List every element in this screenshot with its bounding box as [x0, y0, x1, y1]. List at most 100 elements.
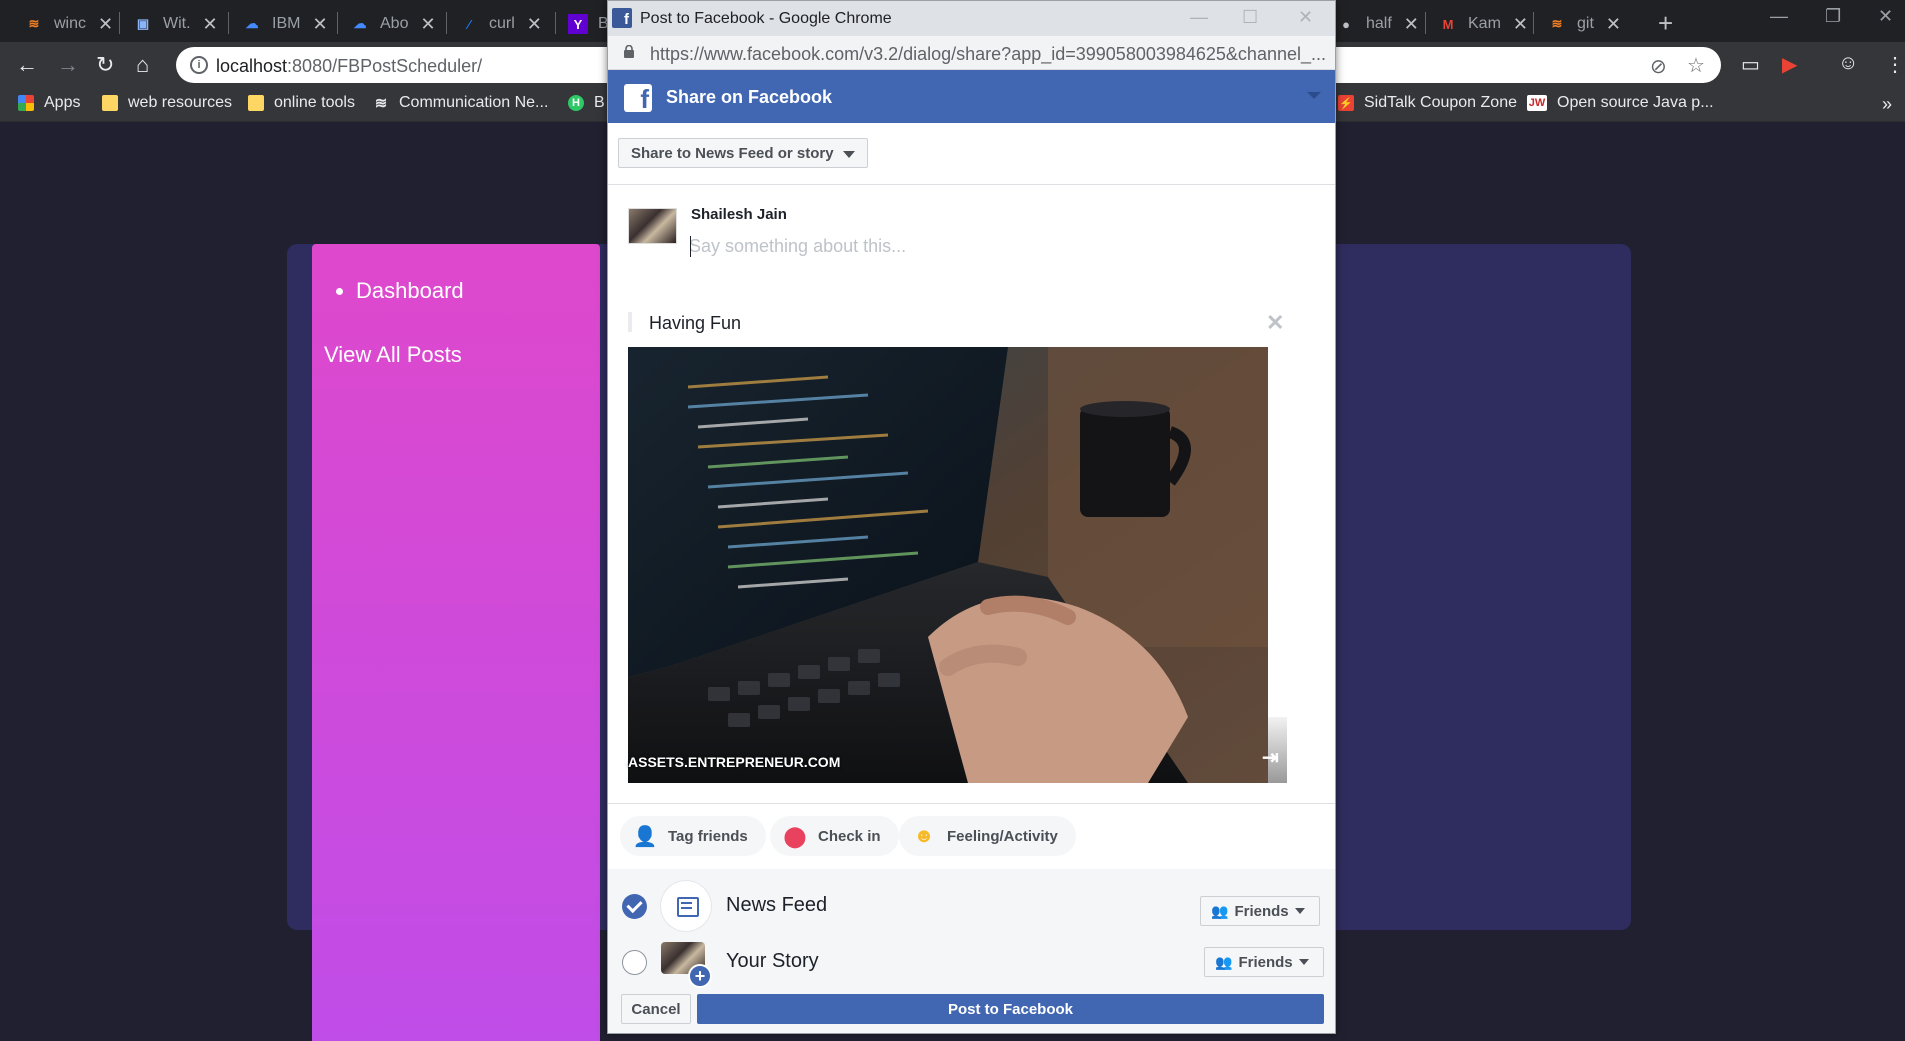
tab-label: IBM: [272, 15, 301, 32]
post-to-facebook-button[interactable]: Post to Facebook: [697, 994, 1324, 1024]
profile-avatar-icon[interactable]: ☺: [1838, 52, 1858, 75]
divider: [608, 184, 1335, 185]
browser-tab[interactable]: ▣ Wit. ✕: [133, 6, 218, 42]
sidebar-item-view-all-posts[interactable]: View All Posts: [324, 342, 462, 368]
tab-label: half: [1366, 15, 1392, 32]
privacy-label: Friends: [1234, 902, 1289, 920]
reload-icon[interactable]: ↻: [96, 52, 114, 78]
gmail-icon: M: [1442, 16, 1454, 32]
story-privacy-select[interactable]: 👥 Friends: [1204, 947, 1324, 977]
hackerrank-icon: H: [568, 95, 584, 111]
browser-tab[interactable]: ≋ git ✕: [1547, 6, 1621, 42]
bookmark-apps[interactable]: Apps: [18, 94, 80, 112]
share-destination-select[interactable]: Share to News Feed or story: [618, 138, 868, 168]
user-name: Shailesh Jain: [691, 206, 787, 223]
maximize-icon[interactable]: ☐: [1242, 7, 1258, 28]
bookmark-link[interactable]: JW Open source Java p...: [1527, 94, 1714, 112]
dropdown-arrow-icon: [1298, 959, 1309, 965]
news-feed-label: News Feed: [726, 894, 828, 916]
tab-separator: [119, 12, 120, 34]
link-preview-image[interactable]: [628, 347, 1268, 783]
chevron-down-icon[interactable]: [1307, 92, 1321, 99]
check-in-button[interactable]: ⬤ Check in: [770, 816, 899, 856]
apps-grid-icon: [18, 95, 34, 111]
bookmark-label: Communication Ne...: [399, 94, 549, 111]
translate-blocked-icon[interactable]: ⊘: [1650, 54, 1667, 79]
sidebar-list: Dashboard: [356, 278, 464, 304]
tab-label: curl: [489, 15, 515, 32]
back-icon[interactable]: ←: [16, 52, 38, 78]
tab-separator: [1533, 12, 1534, 34]
facebook-icon: f: [612, 8, 632, 28]
forward-icon[interactable]: →: [57, 52, 79, 78]
tag-friends-icon: 👤: [632, 825, 658, 848]
cast-icon[interactable]: ▭: [1741, 52, 1760, 77]
close-icon[interactable]: ✕: [1404, 14, 1419, 35]
location-pin-icon: ⬤: [783, 825, 807, 848]
close-window-icon[interactable]: ✕: [1298, 7, 1313, 28]
info-icon[interactable]: i: [190, 56, 208, 74]
bookmark-star-icon[interactable]: ☆: [1687, 53, 1705, 78]
news-feed-icon: [661, 881, 711, 931]
add-story-plus-icon: +: [688, 964, 712, 988]
remove-attachment-icon[interactable]: ✕: [1266, 310, 1284, 336]
close-window-icon[interactable]: ✕: [1878, 6, 1893, 27]
new-tab-button[interactable]: +: [1658, 8, 1673, 39]
feeling-activity-button[interactable]: ☻ Feeling/Activity: [899, 816, 1076, 856]
extension-icon[interactable]: ▶: [1782, 52, 1797, 77]
close-icon[interactable]: ✕: [203, 14, 218, 35]
close-icon[interactable]: ✕: [420, 14, 435, 35]
minimize-icon[interactable]: —: [1770, 6, 1788, 27]
github-icon: ●: [1342, 16, 1350, 32]
news-feed-checkbox[interactable]: [622, 894, 647, 919]
popup-url: https://www.facebook.com/v3.2/dialog/sha…: [650, 44, 1326, 64]
bookmark-link[interactable]: ≋ Communication Ne...: [373, 94, 549, 112]
wave-icon: ≋: [374, 95, 388, 112]
address-url[interactable]: localhost:8080/FBPostScheduler/: [216, 56, 482, 77]
bookmark-folder[interactable]: online tools: [248, 94, 355, 112]
composer-input[interactable]: [689, 233, 1289, 259]
cancel-button[interactable]: Cancel: [621, 994, 691, 1024]
expand-icon[interactable]: ⇥: [1262, 745, 1286, 769]
browser-tab[interactable]: ☁ IBM ✕: [242, 6, 328, 42]
friends-icon: 👥: [1215, 953, 1233, 970]
browser-tab[interactable]: ≋ winc ✕: [24, 6, 114, 42]
laptop-photo: [628, 347, 1268, 783]
bookmark-link[interactable]: ⚡ SidTalk Coupon Zone: [1338, 94, 1517, 112]
browser-tab[interactable]: ● half ✕: [1336, 6, 1419, 42]
yahoo-icon: Y: [568, 14, 588, 34]
close-icon[interactable]: ✕: [312, 14, 327, 35]
browser-tab[interactable]: ∕ curl ✕: [459, 6, 542, 42]
sidebar-item-dashboard[interactable]: Dashboard: [356, 278, 464, 304]
bookmarks-overflow-icon[interactable]: »: [1882, 94, 1892, 115]
browser-tab[interactable]: Y B: [568, 6, 609, 42]
divider: [608, 803, 1335, 804]
robot-icon: ▣: [136, 16, 150, 31]
tab-separator: [337, 12, 338, 34]
curl-icon: ∕: [467, 16, 471, 32]
your-story-checkbox[interactable]: [622, 950, 647, 975]
close-icon[interactable]: ✕: [1606, 14, 1621, 35]
popup-address-bar[interactable]: https://www.facebook.com/v3.2/dialog/sha…: [608, 36, 1335, 70]
close-icon[interactable]: ✕: [98, 14, 113, 35]
minimize-icon[interactable]: —: [1190, 7, 1208, 28]
text-cursor: [690, 236, 691, 257]
menu-kebab-icon[interactable]: ⋮: [1885, 52, 1905, 77]
tab-label: Kam: [1468, 15, 1501, 32]
browser-tab[interactable]: ☁ Abo ✕: [350, 6, 436, 42]
sidebar: Dashboard View All Posts: [312, 244, 600, 1041]
close-icon[interactable]: ✕: [527, 14, 542, 35]
attachment-quote-bar: [628, 312, 632, 332]
share-destination-label: Share to News Feed or story: [631, 145, 834, 162]
close-icon[interactable]: ✕: [1513, 14, 1528, 35]
browser-tab[interactable]: M Kam ✕: [1438, 6, 1528, 42]
bookmark-folder[interactable]: web resources: [102, 94, 232, 112]
news-feed-privacy-select[interactable]: 👥 Friends: [1200, 896, 1320, 926]
tag-friends-button[interactable]: 👤 Tag friends: [620, 816, 766, 856]
ibm-cloud-icon: ☁: [353, 16, 367, 31]
bookmark-link[interactable]: H B: [568, 94, 605, 112]
home-icon[interactable]: ⌂: [136, 52, 149, 78]
restore-icon[interactable]: ❐: [1825, 6, 1841, 27]
address-path: :8080/FBPostScheduler/: [287, 56, 483, 76]
popup-window-title: Post to Facebook - Google Chrome: [640, 10, 892, 27]
